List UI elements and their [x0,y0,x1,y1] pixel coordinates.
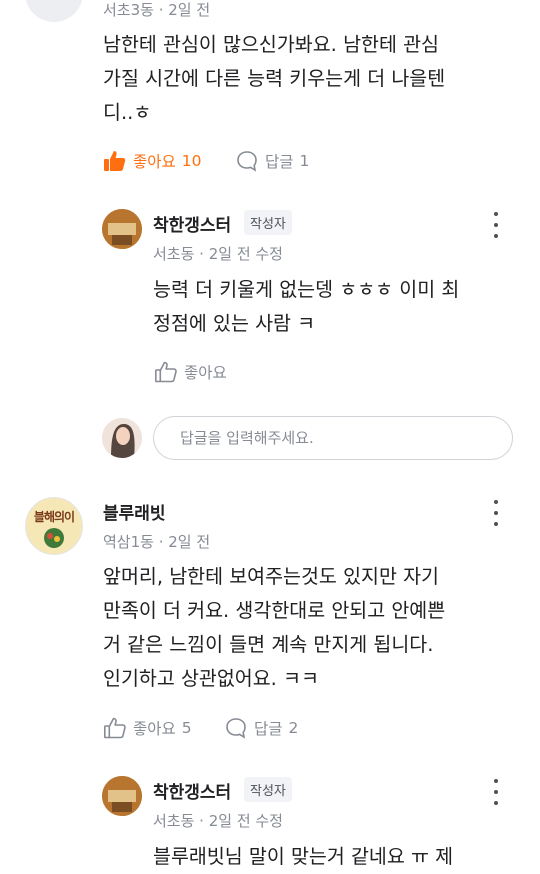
author-name[interactable]: 착한갱스터 [153,211,231,236]
reply-button[interactable]: 답글 2 [224,716,298,740]
author-badge: 작성자 [244,777,292,802]
my-avatar [102,418,142,458]
avatar-logo-text: 블해의이 [33,510,75,524]
reply-count: 2 [288,719,299,737]
like-count: 10 [181,152,202,170]
author-avatar[interactable] [102,776,142,816]
reply-label: 답글 [254,720,283,738]
like-button[interactable]: 좋아요 10 [103,149,202,173]
more-options-button[interactable] [486,498,506,528]
commenter-name[interactable]: 블루래빗 [103,499,166,524]
more-options-button[interactable] [486,210,506,240]
comment-text: 남한테 관심이 많으신가봐요. 남한테 관심 가질 시간에 다른 능력 키우는게… [103,33,446,124]
like-label: 좋아요 [133,720,176,738]
comment-meta: 역삼1동 · 2일 전 [103,533,211,551]
speech-bubble-icon [226,718,246,739]
thumbs-up-icon [154,361,177,383]
like-label: 좋아요 [133,153,176,171]
like-button[interactable]: 좋아요 5 [103,716,192,740]
reply-meta: 서초동 · 2일 전 수정 [153,245,283,263]
like-button[interactable]: 좋아요 [154,360,227,384]
author-name[interactable]: 착한갱스터 [153,778,231,803]
reply-meta: 서초동 · 2일 전 수정 [153,812,283,830]
commenter-avatar[interactable] [25,0,83,22]
reply-input[interactable] [153,416,513,460]
reply-label: 답글 [265,153,294,171]
reply-button[interactable]: 답글 1 [235,149,309,173]
more-options-button[interactable] [486,777,506,807]
speech-bubble-icon [237,151,257,172]
thumbs-up-icon [103,717,126,739]
reply-text: 능력 더 키울게 없는뎅 ㅎㅎㅎ 이미 최 정점에 있는 사람 ㅋ [153,278,460,335]
reply-count: 1 [299,152,310,170]
like-count: 5 [181,719,192,737]
comment-text: 앞머리, 남한테 보여주는것도 있지만 자기 만족이 더 커요. 생각한대로 안… [103,565,446,690]
author-avatar[interactable] [102,209,142,249]
commenter-avatar[interactable]: 블해의이 [25,497,83,555]
comment-meta: 서초3동 · 2일 전 [103,1,211,19]
author-badge: 작성자 [244,210,292,235]
like-label: 좋아요 [184,364,227,382]
thumbs-up-filled-icon [104,151,126,171]
